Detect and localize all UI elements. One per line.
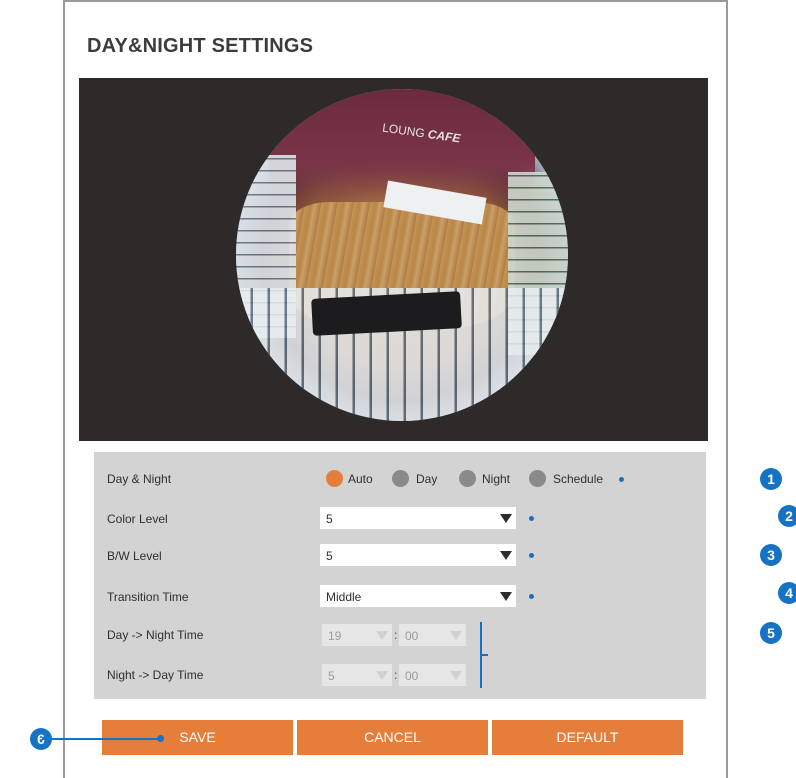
bw-level-label: B/W Level: [107, 549, 162, 563]
fisheye-image: LOUNG CAFE: [236, 89, 568, 421]
chevron-down-icon: [376, 671, 388, 680]
callout-leader-line: [42, 738, 159, 740]
day-to-night-time-label: Day -> Night Time: [107, 628, 204, 642]
radio-day[interactable]: [392, 470, 409, 487]
callout-badge-4: 4: [778, 582, 796, 604]
night-to-day-hour-select[interactable]: 5: [322, 664, 392, 686]
callout-dot-1: [619, 477, 624, 482]
radio-schedule[interactable]: [529, 470, 546, 487]
chevron-down-icon: [376, 631, 388, 640]
callout-dot-3: [529, 553, 534, 558]
day-to-night-minute-select[interactable]: 00: [399, 624, 466, 646]
chevron-down-icon: [500, 514, 512, 523]
radio-night[interactable]: [459, 470, 476, 487]
settings-panel: [94, 452, 706, 699]
day-to-night-hour-select[interactable]: 19: [322, 624, 392, 646]
night-to-day-minute-select[interactable]: 00: [399, 664, 466, 686]
callout-badge-5: 5: [760, 622, 782, 644]
radio-schedule-label: Schedule: [553, 472, 604, 486]
time-separator: :: [394, 628, 398, 642]
video-preview: LOUNG CAFE: [79, 78, 708, 441]
page-title: DAY&NIGHT SETTINGS: [87, 35, 314, 57]
callout-dot-2: [529, 516, 534, 521]
chevron-down-icon: [450, 631, 462, 640]
callout-badge-2: 2: [778, 505, 796, 527]
callout-badge-3: 3: [760, 544, 782, 566]
radio-auto[interactable]: [326, 470, 343, 487]
night-to-day-time-label: Night -> Day Time: [107, 668, 204, 682]
callout-dot-4: [529, 594, 534, 599]
callout-leader-dot: [157, 735, 164, 742]
bw-level-select[interactable]: 5: [320, 544, 516, 566]
default-button[interactable]: DEFAULT: [492, 720, 683, 755]
transition-time-label: Transition Time: [107, 590, 189, 604]
callout-badge-1: 1: [760, 468, 782, 490]
time-separator: :: [394, 668, 398, 682]
radio-day-label: Day: [416, 472, 438, 486]
chevron-down-icon: [500, 551, 512, 560]
callout-bracket-tick: [480, 654, 488, 656]
day-night-label: Day & Night: [107, 472, 172, 486]
radio-night-label: Night: [482, 472, 511, 486]
color-level-label: Color Level: [107, 512, 168, 526]
chevron-down-icon: [500, 592, 512, 601]
cancel-button[interactable]: CANCEL: [297, 720, 488, 755]
radio-auto-label: Auto: [348, 472, 373, 486]
transition-time-select[interactable]: Middle: [320, 585, 516, 607]
color-level-select[interactable]: 5: [320, 507, 516, 529]
chevron-down-icon: [450, 671, 462, 680]
